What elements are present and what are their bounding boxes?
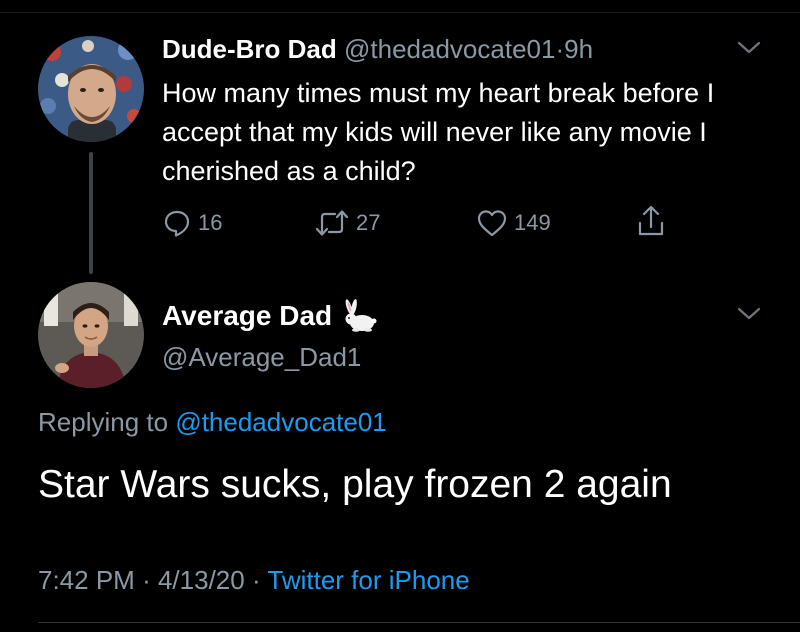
retweet-arrows-icon xyxy=(315,210,349,236)
like-count: 149 xyxy=(514,210,551,235)
tweet1-separator: · xyxy=(555,34,565,64)
tweet1-display-name[interactable]: Dude-Bro Dad xyxy=(162,34,337,64)
tweet1-time[interactable]: 9h xyxy=(564,34,593,64)
comment-bubble-icon xyxy=(164,210,190,237)
top-divider xyxy=(0,12,800,13)
retweet-button[interactable]: 27 xyxy=(314,206,380,240)
share-button[interactable] xyxy=(636,204,666,238)
heart-icon xyxy=(477,210,507,237)
replying-to-line: Replying to @thedadvocate01 xyxy=(38,404,387,440)
retweet-count: 27 xyxy=(356,210,381,235)
tweet2-source-link[interactable]: Twitter for iPhone xyxy=(267,565,469,595)
chevron-down-icon[interactable] xyxy=(736,40,762,56)
tweet2-display-name[interactable]: Average Dad xyxy=(162,298,332,334)
tweet2-handle[interactable]: @Average_Dad1 xyxy=(162,340,361,374)
reply-button[interactable]: 16 xyxy=(162,206,222,240)
tweet2-name-row: Average Dad xyxy=(162,296,378,336)
tweet2-text: Star Wars sucks, play frozen 2 again xyxy=(38,463,672,506)
replying-prefix: Replying to xyxy=(38,407,176,437)
avatar-dude-bro-dad[interactable] xyxy=(38,36,144,142)
meta-separator-1: · xyxy=(142,565,151,595)
avatar-average-dad[interactable] xyxy=(38,282,144,388)
rabbit-icon xyxy=(345,299,377,332)
tweet2-meta: 7:42 PM · 4/13/20 · Twitter for iPhone xyxy=(38,562,470,598)
replying-to-link[interactable]: @thedadvocate01 xyxy=(175,407,386,437)
meta-separator-2: · xyxy=(251,565,261,595)
tweet1-handle[interactable]: @thedadvocate01 xyxy=(344,34,555,64)
reply-count: 16 xyxy=(198,210,223,235)
tweet1-header: Dude-Bro Dad @thedadvocate01·9h xyxy=(162,32,593,66)
tweet2-date: 4/13/20 xyxy=(157,565,245,595)
share-upload-icon xyxy=(638,205,664,236)
tweet2-time: 7:42 PM xyxy=(38,565,135,595)
thread-connector-line xyxy=(89,152,93,274)
bottom-divider xyxy=(38,622,800,623)
like-button[interactable]: 149 xyxy=(476,206,551,240)
chevron-down-icon[interactable] xyxy=(736,306,762,322)
tweet1-text: How many times must my heart break befor… xyxy=(162,78,715,186)
